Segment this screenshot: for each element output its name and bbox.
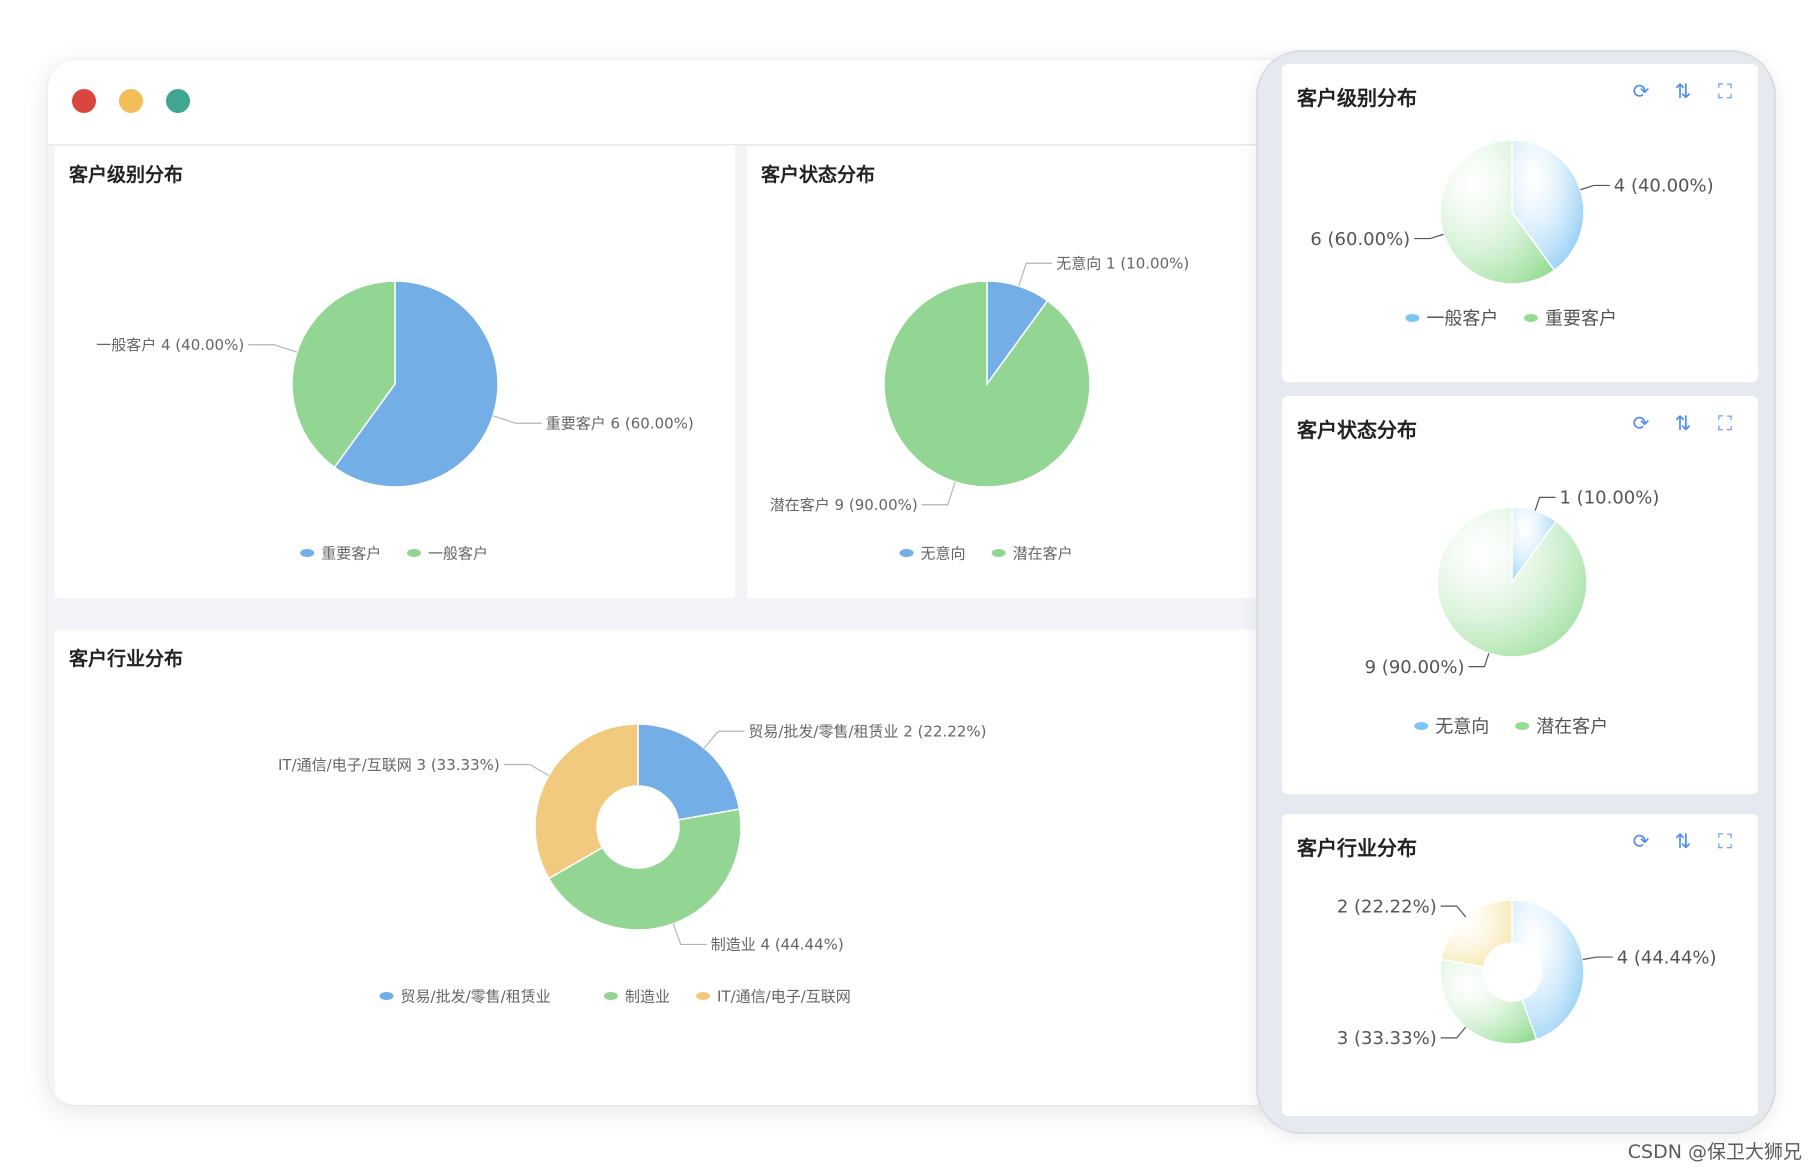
customer-industry-donut-chart: 贸易/批发/零售/租赁业 2 (22.22%) 制造业 4 (44.44%) IT/… [278, 722, 986, 1005]
mobile-level-pie-chart: 4 (40.00%) 6 (60.00%) 一般客户 重要客户 [1310, 139, 1714, 329]
label-line-0 [1018, 262, 1053, 287]
legend-label-1[interactable]: 制造业 [625, 987, 670, 1005]
slice-label-0: 无意向 1 (10.00%) [1056, 254, 1189, 272]
label-line-1 [1440, 1026, 1467, 1039]
slice-1[interactable] [1439, 958, 1538, 1045]
window-minimize-button[interactable] [119, 89, 143, 113]
legend-label-1[interactable]: 潜在客户 [1536, 716, 1608, 737]
label-line-1 [1468, 653, 1490, 668]
label-line-0 [1580, 184, 1610, 191]
customer-level-pie-chart: 重要客户 6 (60.00%) 一般客户 4 (40.00%) 重要客户 一般客户 [96, 280, 694, 562]
label-line-1 [248, 344, 298, 353]
mobile-card-industry: 客户行业分布 ⟳ ⇅ ⛶ 4 (44.44%) 3 (33.33%) 2 (22.22%… [1282, 814, 1758, 1116]
slice-label-1: 9 (90.00%) [1365, 657, 1465, 678]
slice-1[interactable] [1436, 506, 1588, 658]
label-line-0 [1582, 956, 1613, 961]
mobile-device-frame: 客户级别分布 ⟳ ⇅ ⛶ 4 (40.00%) 6 (60.00%) 一般客户 重要客户 … [1256, 50, 1776, 1134]
legend-label-0[interactable]: 无意向 [1435, 716, 1489, 737]
slice-label-0: 4 (44.44%) [1617, 947, 1717, 968]
mobile-card-level: 客户级别分布 ⟳ ⇅ ⛶ 4 (40.00%) 6 (60.00%) 一般客户 重要客户 [1282, 64, 1758, 382]
label-line-2 [503, 763, 550, 777]
slice-label-0: 重要客户 6 (60.00%) [546, 414, 694, 432]
slice-0[interactable] [637, 723, 741, 821]
mobile-industry-donut-chart: 4 (44.44%) 3 (33.33%) 2 (22.22%) [1337, 896, 1717, 1049]
legend-swatch-0 [899, 549, 914, 557]
legend-swatch-0 [300, 549, 315, 557]
watermark: CSDN @保卫大狮兄 [1627, 1141, 1802, 1163]
legend-swatch-2 [696, 992, 711, 1000]
window-close-button[interactable] [72, 89, 96, 113]
slice-2[interactable] [1440, 899, 1513, 968]
label-line-1 [921, 481, 956, 506]
legend-swatch-1 [1524, 314, 1538, 322]
slice-label-0: 贸易/批发/零售/租赁业 2 (22.22%) [748, 722, 986, 740]
legend-label-0[interactable]: 一般客户 [1426, 308, 1498, 329]
mobile-status-pie-chart: 1 (10.00%) 9 (90.00%) 无意向 潜在客户 [1365, 488, 1660, 738]
slice-label-2: 2 (22.22%) [1337, 896, 1437, 917]
desktop-card-status: 客户状态分布 无意向 1 (10.00%) 潜在客户 9 (90.00%) 无意向潜… [747, 146, 1298, 598]
legend-label-1[interactable]: 一般客户 [428, 544, 488, 562]
legend-label-2[interactable]: IT/通信/电子/互联网 [717, 987, 851, 1005]
mobile-card-status: 客户状态分布 ⟳ ⇅ ⛶ 1 (10.00%) 9 (90.00%) 无意向 潜在客户 [1282, 396, 1758, 794]
slice-label-1: 潜在客户 9 (90.00%) [770, 496, 918, 514]
window-titlebar [48, 60, 1298, 145]
slice-label-0: 4 (40.00%) [1614, 176, 1714, 197]
legend-swatch-0 [1414, 722, 1429, 730]
legend-swatch-1 [991, 549, 1006, 557]
slice-label-1: 一般客户 4 (40.00%) [96, 336, 244, 354]
legend-swatch-0 [1405, 314, 1420, 322]
slice-label-1: 6 (60.00%) [1310, 229, 1410, 250]
desktop-dashboard-window: 客户级别分布 重要客户 6 (60.00%) 一般客户 4 (40.00%) 重要客… [48, 60, 1298, 1105]
label-line-1 [672, 923, 707, 946]
legend-swatch-1 [407, 549, 421, 557]
legend-swatch-1 [603, 992, 618, 1000]
legend-label-1[interactable]: 潜在客户 [1013, 544, 1073, 562]
slice-label-1: 制造业 4 (44.44%) [711, 936, 844, 954]
legend-swatch-1 [1515, 722, 1530, 730]
legend-label-0[interactable]: 贸易/批发/零售/租赁业 [401, 987, 551, 1005]
slice-label-0: 1 (10.00%) [1560, 488, 1660, 509]
slice-1[interactable] [883, 280, 1091, 488]
desktop-card-industry: 客户行业分布 贸易/批发/零售/租赁业 2 (22.22%) 制造业 4 (44.… [55, 630, 1298, 1105]
customer-status-pie-chart: 无意向 1 (10.00%) 潜在客户 9 (90.00%) 无意向 潜在客户 [770, 254, 1189, 562]
slice-2[interactable] [534, 723, 639, 880]
label-line-2 [1440, 905, 1467, 918]
legend-label-1[interactable]: 重要客户 [1545, 308, 1617, 329]
legend-label-0[interactable]: 无意向 [921, 544, 966, 562]
label-line-0 [703, 730, 745, 749]
slice-label-2: IT/通信/电子/互联网 3 (33.33%) [278, 756, 500, 774]
slice-label-1: 3 (33.33%) [1337, 1028, 1437, 1049]
label-line-0 [492, 415, 542, 424]
window-maximize-button[interactable] [166, 89, 190, 113]
legend-label-0[interactable]: 重要客户 [321, 544, 381, 562]
label-line-1 [1414, 233, 1444, 240]
label-line-0 [1534, 496, 1556, 511]
legend-swatch-0 [379, 992, 394, 1000]
desktop-card-level: 客户级别分布 重要客户 6 (60.00%) 一般客户 4 (40.00%) 重要客… [55, 146, 735, 598]
